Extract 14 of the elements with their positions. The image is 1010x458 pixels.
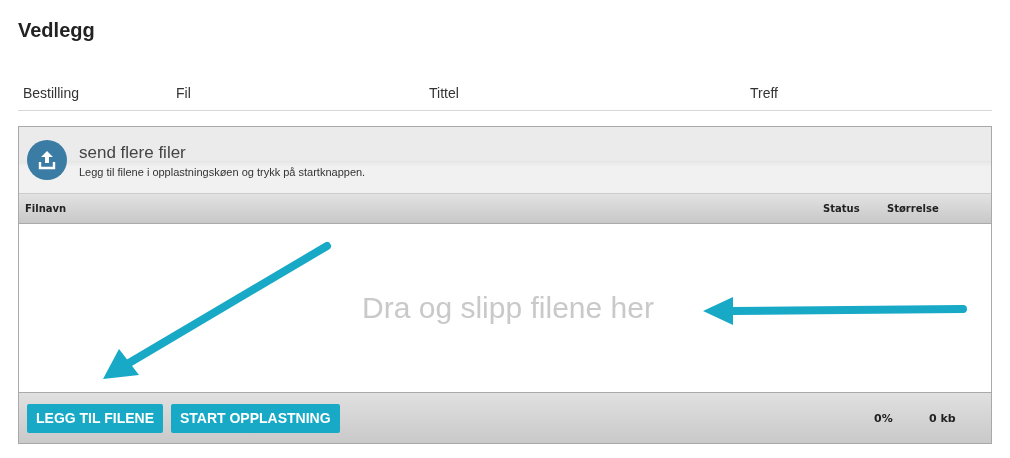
start-upload-button[interactable]: START OPPLASTNING xyxy=(170,403,340,433)
add-files-button[interactable]: LEGG TIL FILENE xyxy=(27,403,163,433)
column-header: Filnavn xyxy=(25,203,68,214)
upload-icon xyxy=(27,140,67,180)
column-header: Størrelse xyxy=(887,203,940,214)
column-header: Status xyxy=(823,203,861,214)
total-size: 0 kb xyxy=(929,411,957,425)
uploader-subtitle: Legg til filene i opplastningskøen og trykk på startknappen. xyxy=(79,165,366,178)
column-header: Fil xyxy=(176,85,192,101)
column-header: Treff xyxy=(750,85,778,101)
page-title: Vedlegg xyxy=(18,18,96,43)
column-header: Tittel xyxy=(429,85,460,101)
column-header: Bestilling xyxy=(23,85,81,101)
uploader-title: send flere filer xyxy=(79,142,187,163)
